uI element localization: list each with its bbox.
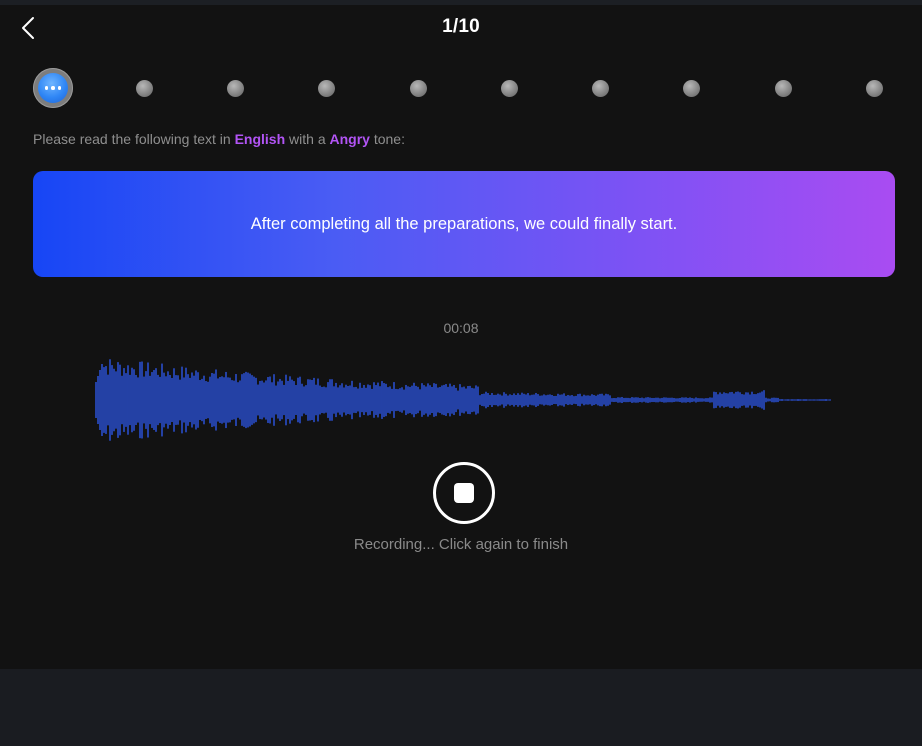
more-dots-icon	[38, 73, 68, 103]
step-5[interactable]	[410, 80, 427, 97]
language-highlight: English	[234, 131, 286, 147]
step-10[interactable]	[866, 80, 883, 97]
recording-timer: 00:08	[443, 320, 479, 336]
instruction-text: Please read the following text in Englis…	[33, 131, 405, 147]
step-2[interactable]	[136, 80, 153, 97]
step-8[interactable]	[683, 80, 700, 97]
page-counter: 1/10	[442, 16, 480, 37]
audio-waveform	[95, 359, 831, 441]
instruction-prefix: Please read the following text in	[33, 131, 235, 147]
recording-status: Recording... Click again to finish	[353, 536, 569, 553]
prompt-text: After completing all the preparations, w…	[250, 214, 678, 233]
tone-highlight: Angry	[329, 131, 370, 147]
step-1-current[interactable]	[33, 68, 73, 108]
instruction-middle: with a	[285, 131, 330, 147]
footer-area	[0, 669, 922, 746]
instruction-suffix: tone:	[369, 131, 405, 147]
progress-steps	[0, 68, 922, 108]
step-9[interactable]	[775, 80, 792, 97]
step-7[interactable]	[592, 80, 609, 97]
prompt-card: After completing all the preparations, w…	[33, 171, 895, 277]
stop-icon	[454, 483, 474, 503]
stop-recording-button[interactable]	[433, 462, 495, 524]
step-6[interactable]	[501, 80, 518, 97]
step-4[interactable]	[318, 80, 335, 97]
step-3[interactable]	[227, 80, 244, 97]
